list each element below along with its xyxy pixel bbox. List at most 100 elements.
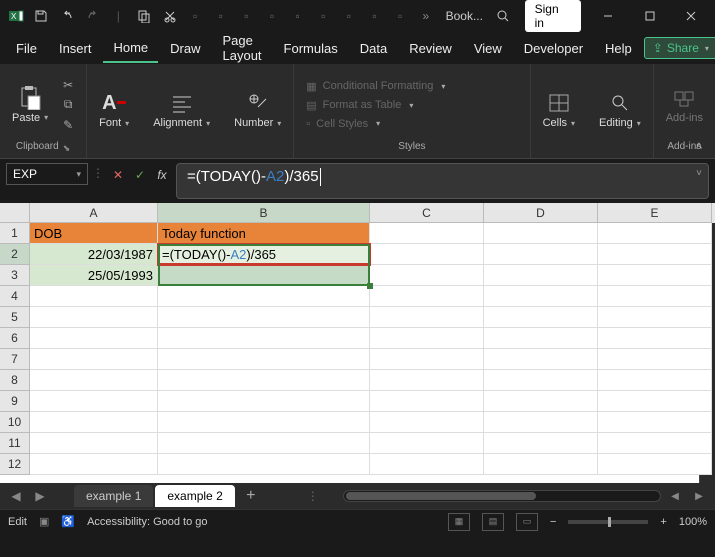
format-painter-icon[interactable]: ✎ xyxy=(58,116,78,134)
cell-C8[interactable] xyxy=(370,370,484,391)
copy-small-icon[interactable]: ⧉ xyxy=(58,96,78,114)
zoom-slider[interactable] xyxy=(568,520,648,524)
qat-item-3[interactable]: ▫ xyxy=(235,4,259,28)
cell-D10[interactable] xyxy=(484,412,598,433)
cell-D11[interactable] xyxy=(484,433,598,454)
cell-C3[interactable] xyxy=(370,265,484,286)
cell-E1[interactable] xyxy=(598,223,712,244)
menu-review[interactable]: Review xyxy=(399,35,462,62)
qat-overflow-icon[interactable]: » xyxy=(414,4,438,28)
qat-item-5[interactable]: ▫ xyxy=(286,4,310,28)
cell-B11[interactable] xyxy=(158,433,370,454)
cell-E9[interactable] xyxy=(598,391,712,412)
cell-E3[interactable] xyxy=(598,265,712,286)
row-header-4[interactable]: 4 xyxy=(0,286,30,307)
cell-A1[interactable]: DOB xyxy=(30,223,158,244)
cell-A9[interactable] xyxy=(30,391,158,412)
cell-A2[interactable]: 22/03/1987 xyxy=(30,244,158,265)
cell-E4[interactable] xyxy=(598,286,712,307)
cell-A5[interactable] xyxy=(30,307,158,328)
cell-D1[interactable] xyxy=(484,223,598,244)
cell-A6[interactable] xyxy=(30,328,158,349)
cell-D7[interactable] xyxy=(484,349,598,370)
formula-input[interactable]: =(TODAY()-A2)/365 ˅ xyxy=(176,163,709,199)
cell-B4[interactable] xyxy=(158,286,370,307)
cut-small-icon[interactable]: ✂ xyxy=(58,76,78,94)
menu-help[interactable]: Help xyxy=(595,35,642,62)
menu-developer[interactable]: Developer xyxy=(514,35,593,62)
redo-icon[interactable] xyxy=(81,4,105,28)
row-header-10[interactable]: 10 xyxy=(0,412,30,433)
cell-D12[interactable] xyxy=(484,454,598,475)
addins-button[interactable]: Add-ins xyxy=(662,84,707,126)
row-header-2[interactable]: 2 xyxy=(0,244,30,265)
clipboard-launcher[interactable]: ⬊ xyxy=(63,143,71,154)
cell-E6[interactable] xyxy=(598,328,712,349)
cell-C2[interactable] xyxy=(370,244,484,265)
page-break-view-button[interactable]: ▭ xyxy=(516,513,538,531)
cell-C12[interactable] xyxy=(370,454,484,475)
cell-E10[interactable] xyxy=(598,412,712,433)
cell-C9[interactable] xyxy=(370,391,484,412)
cell-D2[interactable] xyxy=(484,244,598,265)
col-header-A[interactable]: A xyxy=(30,203,158,223)
expand-formula-bar-icon[interactable]: ˅ xyxy=(696,168,702,179)
qat-item-7[interactable]: ▫ xyxy=(337,4,361,28)
cell-A10[interactable] xyxy=(30,412,158,433)
copy-icon[interactable] xyxy=(132,4,156,28)
alignment-button[interactable]: Alignment▾ xyxy=(149,89,214,131)
sheet-tab-example-1[interactable]: example 1 xyxy=(74,485,153,507)
number-button[interactable]: Number▾ xyxy=(230,89,285,131)
font-button[interactable]: A Font▾ xyxy=(95,89,133,131)
normal-view-button[interactable]: ▦ xyxy=(448,513,470,531)
cell-D9[interactable] xyxy=(484,391,598,412)
cell-C10[interactable] xyxy=(370,412,484,433)
chevron-down-icon[interactable]: ▾ xyxy=(76,169,81,180)
row-header-12[interactable]: 12 xyxy=(0,454,30,475)
signin-button[interactable]: Sign in xyxy=(525,0,581,32)
menu-draw[interactable]: Draw xyxy=(160,35,210,62)
horizontal-scrollbar[interactable] xyxy=(343,490,661,502)
col-header-D[interactable]: D xyxy=(484,203,598,223)
cell-B10[interactable] xyxy=(158,412,370,433)
cell-B7[interactable] xyxy=(158,349,370,370)
col-header-E[interactable]: E xyxy=(598,203,712,223)
menu-home[interactable]: Home xyxy=(103,34,158,63)
search-icon[interactable] xyxy=(491,4,515,28)
row-header-3[interactable]: 3 xyxy=(0,265,30,286)
add-sheet-button[interactable]: + xyxy=(239,484,263,508)
cell-styles-button[interactable]: ▫Cell Styles▾ xyxy=(302,116,384,132)
sheet-tab-example-2[interactable]: example 2 xyxy=(155,485,234,507)
cells-button[interactable]: Cells▾ xyxy=(539,89,579,131)
menu-view[interactable]: View xyxy=(464,35,512,62)
share-button[interactable]: ⇪ Share ▾ xyxy=(644,37,715,59)
cell-C5[interactable] xyxy=(370,307,484,328)
qat-item-4[interactable]: ▫ xyxy=(260,4,284,28)
qat-item-6[interactable]: ▫ xyxy=(312,4,336,28)
zoom-level[interactable]: 100% xyxy=(679,516,707,528)
qat-item-8[interactable]: ▫ xyxy=(363,4,387,28)
col-header-C[interactable]: C xyxy=(370,203,484,223)
editing-button[interactable]: Editing▾ xyxy=(595,89,645,131)
spreadsheet-grid[interactable]: ABCDE 123456789101112 DOBToday function2… xyxy=(0,203,715,483)
sheet-nav-prev[interactable]: ◀ xyxy=(6,486,26,506)
collapse-ribbon-icon[interactable]: ˄ xyxy=(689,138,709,154)
cell-B5[interactable] xyxy=(158,307,370,328)
name-box[interactable]: EXP ▾ xyxy=(6,163,88,185)
cell-C1[interactable] xyxy=(370,223,484,244)
maximize-button[interactable] xyxy=(630,2,669,30)
row-header-6[interactable]: 6 xyxy=(0,328,30,349)
cell-C7[interactable] xyxy=(370,349,484,370)
cut-icon[interactable] xyxy=(158,4,182,28)
row-header-7[interactable]: 7 xyxy=(0,349,30,370)
menu-page-layout[interactable]: Page Layout xyxy=(213,27,272,69)
macro-record-icon[interactable]: ▣ xyxy=(39,515,49,528)
close-button[interactable] xyxy=(672,2,711,30)
row-header-1[interactable]: 1 xyxy=(0,223,30,244)
cell-A8[interactable] xyxy=(30,370,158,391)
cell-D8[interactable] xyxy=(484,370,598,391)
menu-data[interactable]: Data xyxy=(350,35,397,62)
qat-item-1[interactable]: ▫ xyxy=(183,4,207,28)
menu-file[interactable]: File xyxy=(6,35,47,62)
cell-D6[interactable] xyxy=(484,328,598,349)
